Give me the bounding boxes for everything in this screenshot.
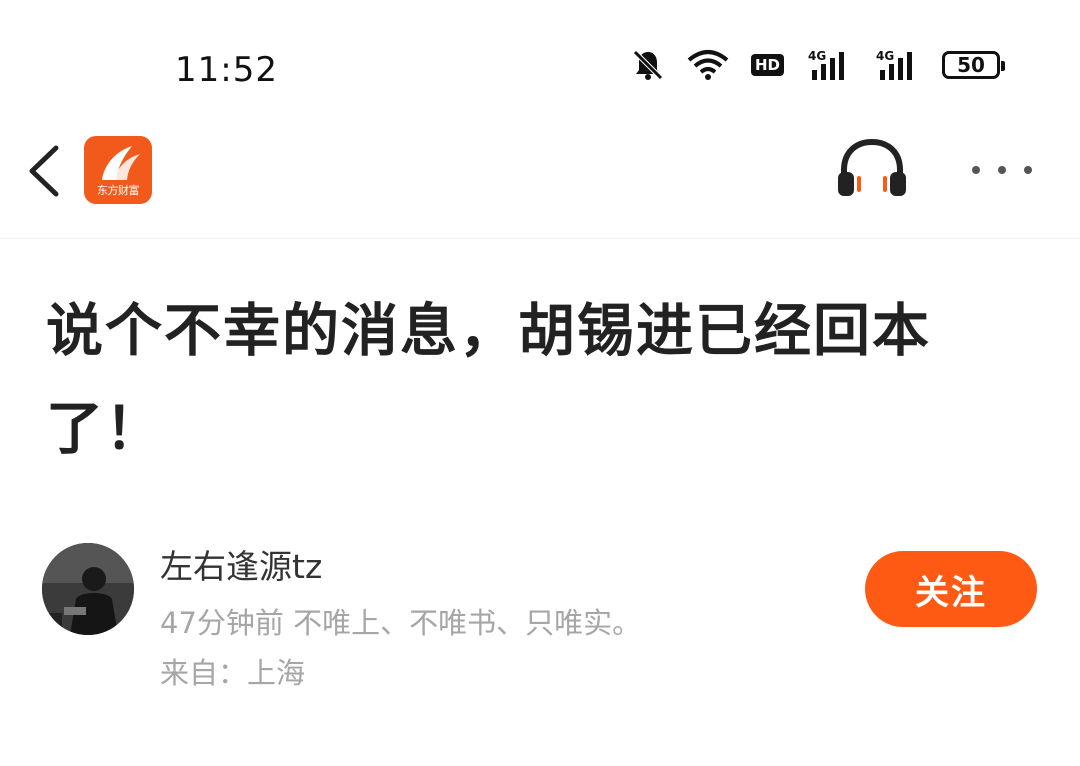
more-dot [998,166,1006,174]
headphone-button[interactable] [836,138,908,200]
chevron-left-icon [29,145,59,197]
author-name[interactable]: 左右逢源tz [160,540,322,588]
avatar[interactable] [42,543,134,635]
hd-icon: HD [750,54,784,76]
follow-button[interactable]: 关注 [865,551,1037,627]
back-button[interactable] [22,142,72,200]
more-dot [972,166,980,174]
author-meta: 47分钟前 不唯上、不唯书、只唯实。 [160,606,642,640]
more-button[interactable] [972,150,1032,190]
status-icons: HD 4G 4G 50 [631,48,1005,82]
nav-bar: 东方财富 [0,120,1080,239]
bell-off-icon [631,48,665,82]
signal-4g-icon: 4G [874,48,920,82]
article-title: 说个不幸的消息，胡锡进已经回本了！ [46,298,931,462]
app-logo[interactable]: 东方财富 [84,136,152,204]
status-time: 11:52 [175,50,278,90]
signal-1-label: 4G [808,49,826,63]
wifi-icon [687,49,729,81]
author-location: 来自：上海 [160,656,306,690]
battery-icon: 50 [942,51,1005,79]
status-bar: 11:52 HD 4G 4G 50 [0,0,1080,120]
app-logo-text: 东方财富 [97,184,140,197]
more-dot [1024,166,1032,174]
avatar-image [42,543,134,635]
signal-2-label: 4G [876,49,894,63]
headphone-icon [838,138,906,196]
signal-4g-icon: 4G [806,48,852,82]
